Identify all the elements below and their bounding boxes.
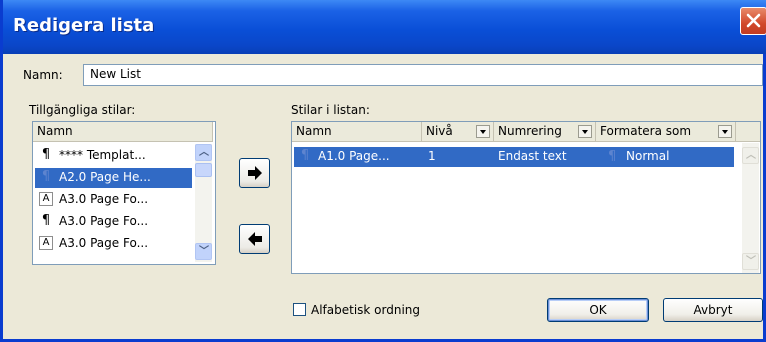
list-item-label: A3.0 Page Fo...: [59, 236, 149, 250]
list-item-label: A3.0 Page Fo...: [59, 214, 149, 228]
cell-numbering: Endast text: [498, 149, 567, 163]
close-icon: [746, 13, 761, 28]
chevron-down-icon[interactable]: [718, 125, 732, 138]
close-button[interactable]: [740, 7, 766, 35]
styles-in-list-label: Stilar i listan:: [291, 103, 370, 117]
cell-format-as: Normal: [626, 149, 670, 163]
column-header-numbering[interactable]: Numrering: [494, 122, 596, 142]
column-header-label: Numrering: [498, 124, 562, 138]
column-header-label: Nivå: [426, 124, 453, 138]
pilcrow-icon: ¶: [41, 169, 51, 184]
pilcrow-icon: ¶: [608, 149, 617, 164]
styles-in-list-table[interactable]: Namn Nivå Numrering Formatera som ¶ A1.0…: [291, 121, 761, 274]
cell-name: A1.0 Page...: [318, 149, 390, 163]
alphabetical-label[interactable]: Alfabetisk ordning: [311, 303, 420, 317]
edit-list-dialog: Redigera lista Namn: New List Tillgängli…: [0, 0, 766, 342]
scroll-up-button[interactable]: ︿: [742, 147, 759, 164]
available-styles-label: Tillgängliga stilar:: [29, 103, 136, 117]
chevron-up-icon: ︿: [199, 147, 209, 158]
cancel-button[interactable]: Avbryt: [663, 298, 763, 322]
list-item-label: A2.0 Page He...: [59, 170, 151, 184]
scroll-up-button[interactable]: ︿: [195, 144, 212, 161]
cell-level: 1: [428, 149, 436, 163]
a-char-style-icon: A: [39, 236, 53, 250]
ok-button[interactable]: OK: [547, 298, 649, 322]
title-bar[interactable]: Redigera lista: [3, 0, 766, 54]
column-header-spacer: [736, 122, 760, 142]
chevron-down-icon: ﹀: [746, 256, 756, 267]
list-item[interactable]: ¶ A3.0 Page Fo...: [35, 212, 192, 232]
arrow-right-icon: [248, 166, 262, 180]
list-item[interactable]: A A3.0 Page Fo...: [35, 190, 192, 210]
name-label: Namn:: [23, 68, 63, 82]
chevron-up-icon: ︿: [746, 150, 756, 161]
column-header-level[interactable]: Nivå: [422, 122, 494, 142]
list-item[interactable]: ¶ A2.0 Page He...: [35, 168, 192, 188]
name-input[interactable]: New List: [83, 64, 763, 86]
remove-style-button[interactable]: [239, 224, 270, 254]
available-name-column-header[interactable]: Namn: [33, 122, 213, 142]
dialog-title: Redigera lista: [13, 15, 155, 36]
arrow-left-icon: [248, 232, 262, 246]
column-header-label: Namn: [296, 124, 332, 138]
list-item[interactable]: ¶ **** Templat...: [35, 146, 192, 166]
scroll-down-button[interactable]: ﹀: [742, 253, 759, 270]
pilcrow-icon: ¶: [300, 148, 310, 163]
pilcrow-icon: ¶: [41, 147, 51, 162]
chevron-down-icon: ﹀: [199, 246, 209, 257]
scroll-thumb[interactable]: [195, 163, 212, 177]
column-header-format-as[interactable]: Formatera som: [596, 122, 736, 142]
column-header-name[interactable]: Namn: [292, 122, 422, 142]
a-char-style-icon: A: [39, 192, 53, 206]
chevron-down-icon[interactable]: [476, 125, 490, 138]
list-item[interactable]: A A3.0 Page Fo...: [35, 234, 192, 254]
alphabetical-checkbox[interactable]: [293, 303, 306, 316]
column-header-label: Formatera som: [600, 124, 692, 138]
scroll-down-button[interactable]: ﹀: [195, 243, 212, 260]
list-item-label: A3.0 Page Fo...: [59, 192, 149, 206]
pilcrow-icon: ¶: [41, 213, 51, 228]
available-scrollbar[interactable]: ︿ ﹀: [195, 144, 212, 262]
table-row[interactable]: ¶ A1.0 Page... 1 Endast text ¶ Normal: [294, 147, 734, 167]
styles-in-list-scrollbar[interactable]: ︿ ﹀: [742, 143, 759, 273]
list-item-label: **** Templat...: [59, 148, 146, 162]
add-style-button[interactable]: [239, 158, 270, 188]
chevron-down-icon[interactable]: [578, 125, 592, 138]
available-styles-list[interactable]: Namn ¶ **** Templat... ¶ A2.0 Page He...…: [32, 121, 216, 265]
